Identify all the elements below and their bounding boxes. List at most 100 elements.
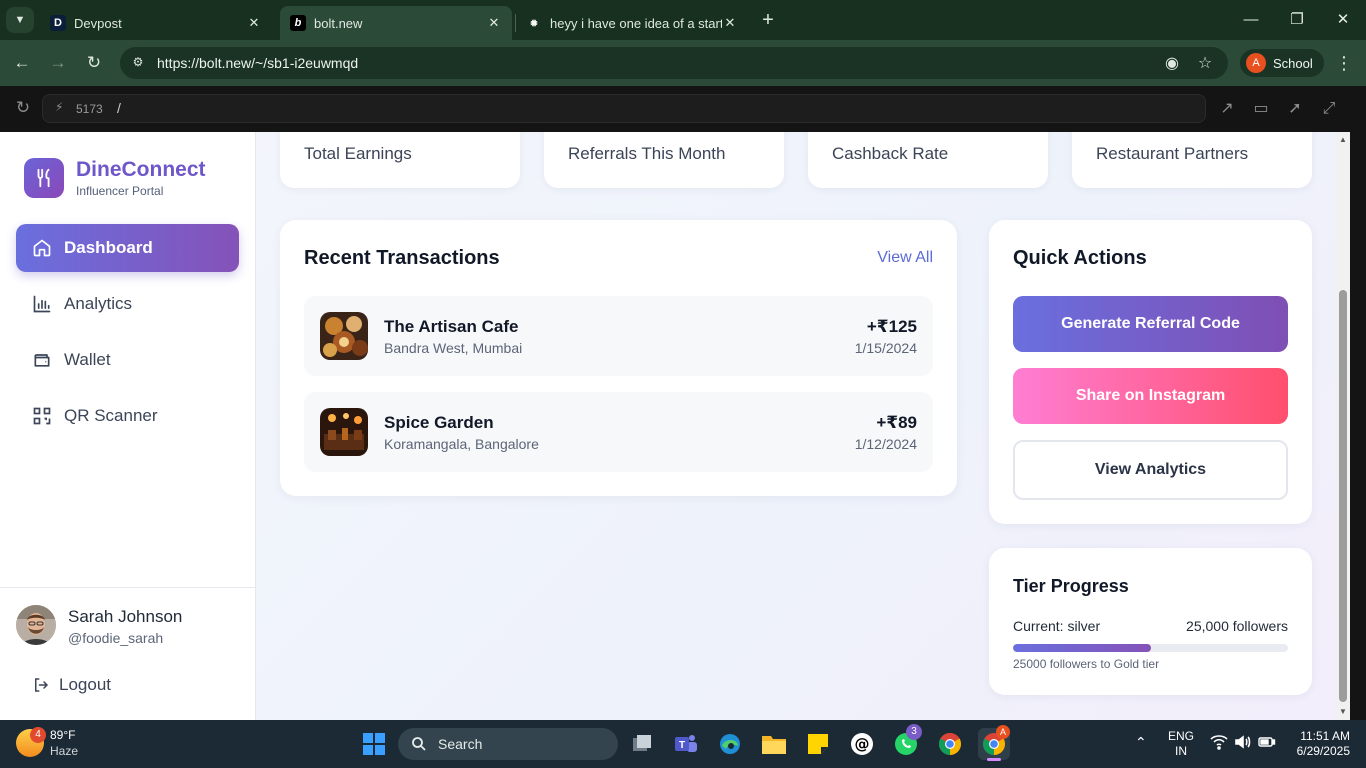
fullscreen-icon[interactable]: ⤢: [1319, 99, 1339, 119]
sidebar-item-label: Analytics: [64, 294, 133, 313]
close-icon[interactable]: ✕: [486, 15, 502, 31]
system-clock[interactable]: 11:51 AM 6/29/2025: [1290, 729, 1350, 759]
forward-button[interactable]: →: [46, 51, 70, 75]
tab-devpost[interactable]: D Devpost ✕: [40, 6, 272, 40]
restaurant-location: Koramangala, Bangalore: [384, 436, 539, 452]
tab-chatgpt[interactable]: ✹ heyy i have one idea of a startu ✕: [516, 6, 748, 40]
utensils-icon: [37, 168, 50, 188]
minimize-button[interactable]: —: [1228, 8, 1274, 32]
preview-toolbar: ↻ ⚡ 5173 / ↗ ▭ ➚ ⤢: [0, 86, 1366, 132]
qr-code-icon: [32, 406, 52, 426]
generate-referral-code-button[interactable]: Generate Referral Code: [1013, 296, 1288, 352]
tab-title: Devpost: [74, 15, 122, 31]
transaction-row[interactable]: The Artisan Cafe Bandra West, Mumbai +₹1…: [304, 296, 933, 376]
home-icon: [32, 238, 52, 258]
sidebar-item-label: Dashboard: [64, 238, 153, 257]
clock-time: 11:51 AM: [1300, 729, 1350, 743]
sidebar-item-wallet[interactable]: Wallet: [16, 336, 239, 384]
scroll-down-icon[interactable]: ▼: [1338, 707, 1348, 717]
tab-search-menu-button[interactable]: ▼: [6, 7, 34, 33]
profile-label: School: [1273, 55, 1313, 71]
view-all-link[interactable]: View All: [877, 249, 933, 267]
sidebar-item-dashboard[interactable]: Dashboard: [16, 224, 239, 272]
stat-label: Total Earnings: [304, 144, 412, 163]
inspect-cursor-icon[interactable]: ➚: [1285, 99, 1305, 119]
edge-browser-icon[interactable]: [714, 728, 746, 760]
preview-url-bar[interactable]: ⚡ 5173 /: [42, 94, 1206, 123]
transaction-date: 1/15/2024: [854, 340, 917, 356]
main-content: Total Earnings Referrals This Month Cash…: [256, 132, 1336, 720]
close-icon[interactable]: ✕: [246, 15, 262, 31]
weather-widget[interactable]: 4 89°F Haze: [16, 727, 78, 758]
logo: [24, 158, 64, 198]
chrome-icon[interactable]: [934, 728, 966, 760]
restaurant-name: Spice Garden: [384, 413, 494, 432]
battery-icon[interactable]: [1258, 734, 1276, 753]
taskbar-search[interactable]: Search: [398, 728, 618, 760]
transaction-row[interactable]: Spice Garden Koramangala, Bangalore +₹89…: [304, 392, 933, 472]
chatgpt-favicon-icon: ✹: [529, 17, 539, 30]
svg-text:T: T: [679, 740, 685, 751]
sidebar-item-analytics[interactable]: Analytics: [16, 280, 239, 328]
weather-badge: 4: [30, 727, 46, 743]
page-scrollbar[interactable]: ▲ ▼: [1336, 132, 1350, 720]
tier-status-row: Current: silver 25,000 followers: [1013, 618, 1288, 634]
transaction-date: 1/12/2024: [854, 436, 917, 452]
windows-start-icon[interactable]: [358, 728, 390, 760]
task-view-icon[interactable]: [626, 728, 658, 760]
wifi-icon[interactable]: [1210, 734, 1228, 753]
threads-icon[interactable]: @: [846, 728, 878, 760]
sticky-notes-icon[interactable]: [802, 728, 834, 760]
bookmark-star-icon[interactable]: ☆: [1195, 54, 1215, 74]
url-text[interactable]: https://bolt.new/~/sb1-i2euwmqd: [157, 55, 358, 71]
restore-button[interactable]: ❐: [1274, 8, 1320, 32]
port-number[interactable]: 5173: [76, 102, 103, 116]
app-viewport: DineConnect Influencer Portal Dashboard …: [0, 132, 1366, 720]
browser-menu-icon[interactable]: ⋮: [1334, 51, 1354, 75]
device-preview-icon[interactable]: ▭: [1251, 99, 1271, 119]
search-icon: [412, 737, 426, 751]
site-settings-icon[interactable]: ⚙: [130, 55, 146, 71]
show-hidden-icons-icon[interactable]: ⌃: [1135, 734, 1147, 751]
volume-icon[interactable]: [1234, 734, 1252, 753]
close-icon[interactable]: ✕: [722, 15, 738, 31]
tab-title: heyy i have one idea of a startu: [550, 15, 722, 31]
whatsapp-icon[interactable]: 3: [890, 724, 922, 760]
restaurant-thumbnail: [320, 408, 368, 456]
new-tab-button[interactable]: +: [758, 9, 778, 31]
tab-title: bolt.new: [314, 15, 363, 31]
search-label: Search: [438, 736, 483, 752]
restaurant-name: The Artisan Cafe: [384, 317, 519, 336]
reload-button[interactable]: ↻: [82, 51, 106, 75]
browser-toolbar: ← → ↻ ⚙ https://bolt.new/~/sb1-i2euwmqd …: [0, 40, 1366, 86]
window-close-button[interactable]: ✕: [1320, 8, 1366, 32]
open-external-icon[interactable]: ↗: [1217, 99, 1237, 119]
svg-text:@: @: [855, 735, 870, 753]
profile-button[interactable]: A School: [1240, 49, 1324, 77]
file-explorer-icon[interactable]: [758, 728, 790, 760]
share-on-instagram-button[interactable]: Share on Instagram: [1013, 368, 1288, 424]
tab-bolt[interactable]: b bolt.new ✕: [280, 6, 512, 40]
stat-label: Cashback Rate: [832, 144, 949, 163]
teams-icon[interactable]: T: [670, 728, 702, 760]
logout-button[interactable]: Logout: [32, 675, 111, 695]
tier-progress-fill: [1013, 644, 1151, 652]
weather-temp: 89°F: [50, 728, 76, 742]
preview-reload-icon[interactable]: ↻: [12, 97, 34, 119]
address-bar[interactable]: ⚙ https://bolt.new/~/sb1-i2euwmqd ◉ ☆: [120, 47, 1228, 79]
language-code: ENG: [1168, 729, 1195, 743]
chrome-profile-icon[interactable]: A: [978, 725, 1010, 761]
eye-off-icon[interactable]: ◉: [1162, 54, 1182, 74]
preview-path[interactable]: /: [117, 100, 121, 116]
back-button[interactable]: ←: [10, 51, 34, 75]
active-indicator: [987, 758, 1001, 761]
scroll-up-icon[interactable]: ▲: [1338, 135, 1348, 145]
sidebar-item-qr-scanner[interactable]: QR Scanner: [16, 392, 239, 440]
avatar[interactable]: [16, 605, 56, 645]
view-analytics-button[interactable]: View Analytics: [1013, 440, 1288, 500]
language-indicator[interactable]: ENG IN: [1168, 729, 1194, 759]
logout-label: Logout: [59, 675, 111, 694]
stat-label: Referrals This Month: [568, 144, 726, 163]
clock-date: 6/29/2025: [1296, 744, 1350, 758]
scrollbar-thumb[interactable]: [1339, 290, 1347, 702]
